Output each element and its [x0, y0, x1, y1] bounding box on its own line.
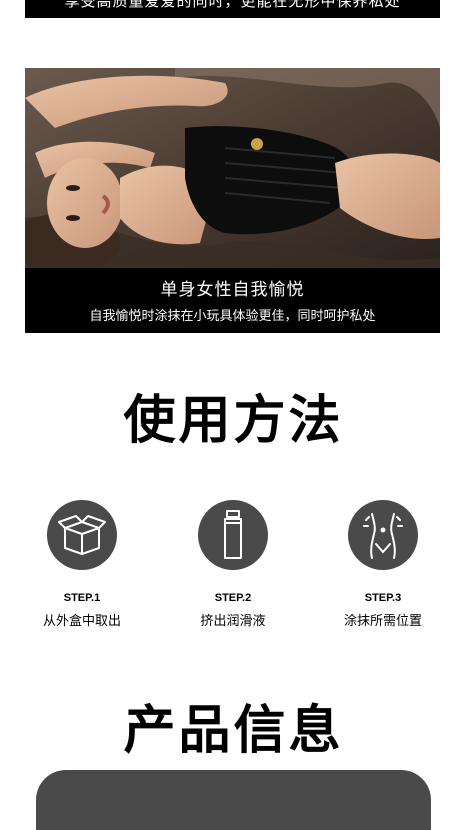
step-2-icon-circle: [198, 500, 268, 570]
top-banner-text: 享受高质量爱爱的同时，更能在无形中保养私处: [64, 0, 401, 10]
step-2-text: 挤出润滑液: [200, 614, 266, 629]
photo-caption-title: 单身女性自我愉悦: [160, 280, 305, 300]
step-3-text: 涂抹所需位置: [343, 614, 422, 629]
step-1-icon-circle: [47, 500, 117, 570]
step-3-icon-circle: [348, 500, 418, 570]
box-icon: [58, 515, 106, 555]
step-2-number: STEP.2: [214, 592, 252, 604]
product-section-title: 产品信息: [123, 701, 344, 761]
step-1-text: 从外盒中取出: [42, 614, 121, 629]
top-banner: 享受高质量爱爱的同时，更能在无形中保养私处: [25, 0, 440, 18]
body-icon: [363, 513, 403, 559]
photo-caption-subtitle: 自我愉悦时涂抹在小玩具体验更佳，同时呵护私处: [89, 309, 376, 324]
step-2: STEP.2 挤出润滑液: [163, 500, 303, 629]
model-photo: [25, 68, 440, 268]
photo-card: 单身女性自我愉悦 自我愉悦时涂抹在小玩具体验更佳，同时呵护私处: [25, 68, 440, 333]
product-info-panel: [36, 770, 431, 830]
step-3-number: STEP.3: [364, 592, 402, 604]
tube-icon: [224, 510, 242, 559]
usage-section-title: 使用方法: [123, 391, 344, 451]
step-1: STEP.1 从外盒中取出: [12, 500, 152, 629]
step-1-number: STEP.1: [63, 592, 101, 604]
step-3: STEP.3 涂抹所需位置: [313, 500, 453, 629]
